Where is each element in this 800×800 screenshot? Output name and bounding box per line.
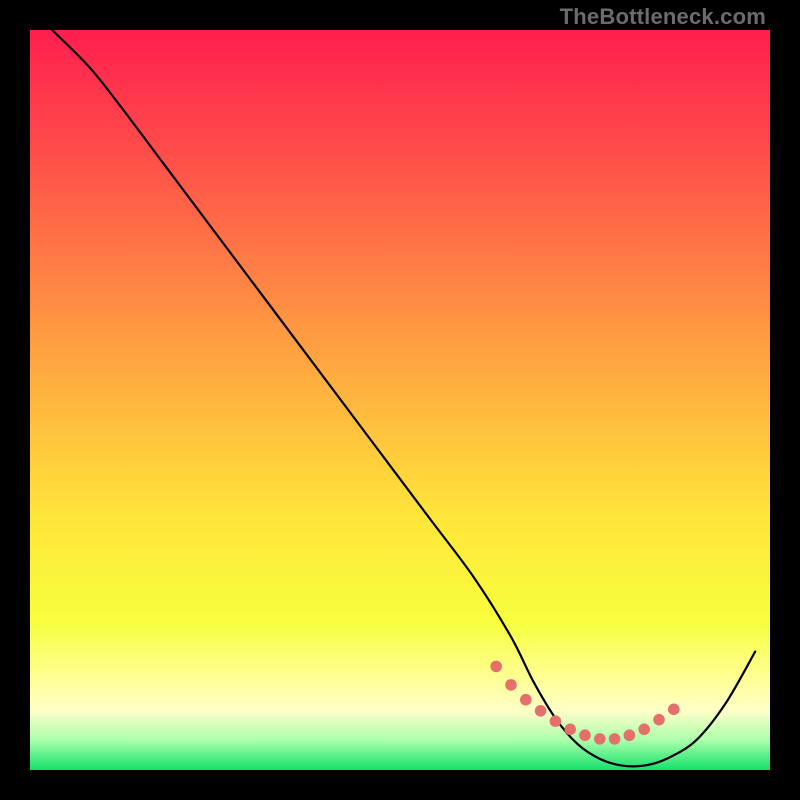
valley-dot	[638, 724, 650, 736]
valley-dot	[653, 714, 665, 726]
valley-dot	[535, 705, 547, 717]
valley-dot	[490, 661, 502, 673]
valley-dot	[668, 704, 680, 716]
gradient-background	[30, 30, 770, 770]
valley-dot	[564, 724, 576, 736]
valley-dot	[609, 733, 621, 745]
gradient-chart	[30, 30, 770, 770]
valley-dot	[505, 679, 517, 691]
valley-dot	[579, 729, 591, 741]
valley-dot	[594, 733, 606, 745]
valley-dot	[520, 694, 532, 706]
valley-dot	[550, 715, 562, 727]
watermark-text: TheBottleneck.com	[560, 4, 766, 30]
chart-frame	[30, 30, 770, 770]
valley-dot	[624, 729, 636, 741]
